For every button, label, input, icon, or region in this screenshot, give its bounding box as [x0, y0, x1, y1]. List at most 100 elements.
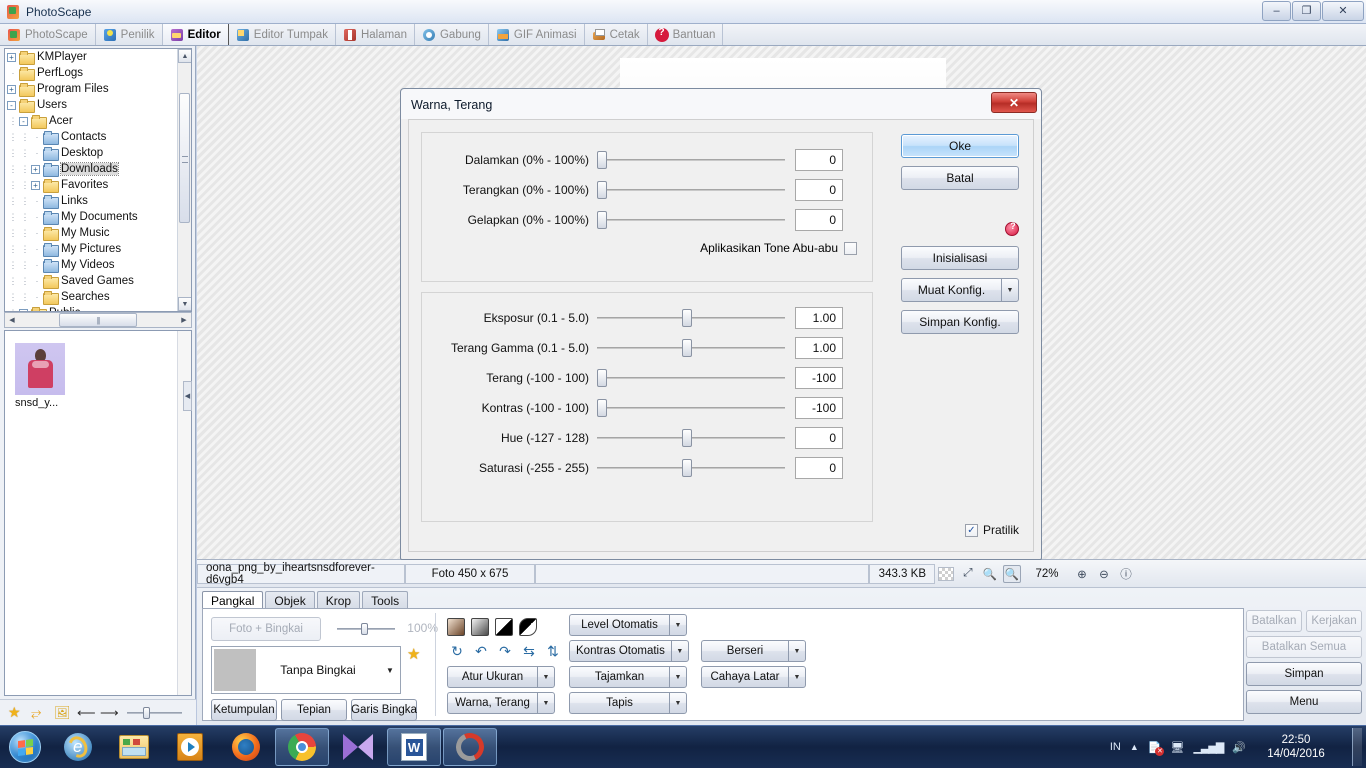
- grayscale-tone-row[interactable]: Aplikasikan Tone Abu-abu: [422, 241, 872, 255]
- info-icon[interactable]: ⓘ: [1117, 565, 1135, 583]
- clock[interactable]: 22:50 14/04/2016: [1255, 733, 1337, 761]
- show-desktop-button[interactable]: [1352, 728, 1362, 766]
- slider[interactable]: [597, 428, 785, 448]
- level-otomatis-split-button[interactable]: Level Otomatis ▼: [569, 614, 687, 636]
- tree-item-links[interactable]: ⋮ ⋮ · Links: [5, 193, 177, 209]
- signal-icon[interactable]: ▁▃▅▇: [1193, 741, 1224, 754]
- dialog-close-button[interactable]: ✕: [991, 92, 1037, 113]
- slider-value-input[interactable]: 0: [795, 179, 843, 201]
- scrollbar-thumb[interactable]: [179, 93, 190, 223]
- chevron-down-icon[interactable]: ▼: [788, 666, 806, 688]
- slider[interactable]: [597, 180, 785, 200]
- slider-knob[interactable]: [597, 399, 607, 417]
- preview-checkbox-row[interactable]: ✓ Pratilik: [964, 523, 1019, 537]
- opacity-slider[interactable]: [337, 622, 395, 636]
- invert-swatch[interactable]: [519, 618, 537, 636]
- thumbnail-pane[interactable]: snsd_y... ◀: [4, 330, 192, 696]
- tree-item-perflogs[interactable]: · PerfLogs: [5, 65, 177, 81]
- tapis-split-button[interactable]: Tapis ▼: [569, 692, 687, 714]
- chevron-down-icon[interactable]: ▼: [669, 692, 687, 714]
- star-icon[interactable]: ★: [8, 705, 24, 720]
- flip-vertical-icon[interactable]: ⇅: [543, 642, 563, 660]
- redo-icon[interactable]: ↷: [495, 642, 515, 660]
- tree-item-my-music[interactable]: ⋮ ⋮ · My Music: [5, 225, 177, 241]
- chevron-down-icon[interactable]: ▼: [788, 640, 806, 662]
- thumbnail-item[interactable]: snsd_y...: [15, 343, 65, 409]
- ketumpulan-button[interactable]: Ketumpulan: [211, 699, 277, 721]
- media-player-icon[interactable]: [163, 728, 217, 766]
- tab-editor[interactable]: Editor: [162, 24, 229, 45]
- cahaya-latar-button[interactable]: Cahaya Latar: [701, 666, 788, 688]
- ok-button[interactable]: Oke: [901, 134, 1019, 158]
- tajamkan-split-button[interactable]: Tajamkan ▼: [569, 666, 687, 688]
- kontras-otomatis-button[interactable]: Kontras Otomatis: [569, 640, 671, 662]
- tab-editor-tumpak[interactable]: Editor Tumpak: [229, 24, 336, 45]
- show-hidden-icon[interactable]: ▲: [1130, 742, 1139, 752]
- zoom-actual-icon[interactable]: 🔍: [1003, 564, 1021, 583]
- chevron-down-icon[interactable]: ▼: [380, 666, 400, 675]
- action-center-icon[interactable]: 📄 ✕: [1148, 741, 1165, 756]
- berseri-split-button[interactable]: Berseri ▼: [701, 640, 806, 662]
- menu-button[interactable]: Menu: [1246, 690, 1362, 714]
- slideshow-icon[interactable]: 🖼: [54, 705, 71, 720]
- scroll-up-icon[interactable]: ▲: [178, 49, 191, 63]
- tree-item-kmplayer[interactable]: + KMPlayer: [5, 49, 177, 65]
- slider-knob[interactable]: [597, 369, 607, 387]
- tree-item-contacts[interactable]: ⋮ ⋮ · Contacts: [5, 129, 177, 145]
- firefox-icon[interactable]: [219, 728, 273, 766]
- tree-item-my-documents[interactable]: ⋮ ⋮ · My Documents: [5, 209, 177, 225]
- rotate-icon[interactable]: ↻: [447, 642, 467, 660]
- chevron-down-icon[interactable]: ▼: [669, 666, 687, 688]
- cancel-button[interactable]: Batal: [901, 166, 1019, 190]
- tab-photoscape[interactable]: PhotoScape: [0, 24, 96, 45]
- atur-ukuran-button[interactable]: Atur Ukuran: [447, 666, 537, 688]
- tree-item-acer[interactable]: ⋮ - Acer: [5, 113, 177, 129]
- load-config-split-button[interactable]: Muat Konfig. ▼: [901, 278, 1019, 302]
- zoom-fit-icon[interactable]: 🔍: [981, 565, 999, 583]
- tree-item-desktop[interactable]: ⋮ ⋮ · Desktop: [5, 145, 177, 161]
- slider-knob[interactable]: [682, 339, 692, 357]
- level-otomatis-button[interactable]: Level Otomatis: [569, 614, 669, 636]
- atur-ukuran-split-button[interactable]: Atur Ukuran ▼: [447, 666, 555, 688]
- tree-item-my-videos[interactable]: ⋮ ⋮ · My Videos: [5, 257, 177, 273]
- slider-value-input[interactable]: 0: [795, 209, 843, 231]
- tree-horizontal-scrollbar[interactable]: ◀ ||| ▶: [4, 312, 192, 328]
- grayscale-tone-checkbox[interactable]: [844, 241, 857, 255]
- zoom-in-icon[interactable]: ⊕: [1073, 565, 1091, 583]
- fit-icon[interactable]: ⤢: [959, 565, 977, 583]
- tree-expander[interactable]: -: [7, 100, 16, 110]
- berseri-button[interactable]: Berseri: [701, 640, 788, 662]
- grayscale-swatch[interactable]: [471, 618, 489, 636]
- slider-value-input[interactable]: -100: [795, 397, 843, 419]
- tab-gabung[interactable]: Gabung: [415, 24, 489, 45]
- scrollbar-thumb[interactable]: |||: [59, 313, 137, 327]
- flip-horizontal-icon[interactable]: ⇆: [519, 642, 539, 660]
- tree-item-favorites[interactable]: ⋮ ⋮ + Favorites: [5, 177, 177, 193]
- tree-item-users[interactable]: - Users: [5, 97, 177, 113]
- slider-knob[interactable]: [682, 309, 692, 327]
- frame-selector[interactable]: Tanpa Bingkai ▼: [211, 646, 401, 694]
- slider-knob[interactable]: [682, 429, 692, 447]
- chevron-down-icon[interactable]: ▼: [537, 692, 555, 714]
- scroll-down-icon[interactable]: ▼: [178, 297, 191, 311]
- warna-terang-button[interactable]: Warna, Terang: [447, 692, 537, 714]
- movie-maker-icon[interactable]: [331, 728, 385, 766]
- slider[interactable]: [597, 308, 785, 328]
- tree-item-my-pictures[interactable]: ⋮ ⋮ · My Pictures: [5, 241, 177, 257]
- tapis-button[interactable]: Tapis: [569, 692, 669, 714]
- tab-cetak[interactable]: Cetak: [585, 24, 648, 45]
- save-button[interactable]: Simpan: [1246, 662, 1362, 686]
- undo-all-button[interactable]: Batalkan Semua: [1246, 636, 1362, 658]
- tajamkan-button[interactable]: Tajamkan: [569, 666, 669, 688]
- redo-button[interactable]: Kerjakan: [1306, 610, 1362, 632]
- scroll-right-icon[interactable]: ▶: [177, 313, 191, 327]
- slider-value-input[interactable]: 1.00: [795, 337, 843, 359]
- tree-vertical-scrollbar[interactable]: ▲ ▼: [177, 49, 191, 311]
- warna-terang-split-button[interactable]: Warna, Terang ▼: [447, 692, 555, 714]
- load-config-button[interactable]: Muat Konfig.: [901, 278, 1001, 302]
- slider[interactable]: [597, 210, 785, 230]
- scroll-left-icon[interactable]: ◀: [5, 313, 19, 327]
- tab-bantuan[interactable]: Bantuan: [648, 24, 724, 45]
- sepia-swatch[interactable]: [447, 618, 465, 636]
- tree-item-downloads[interactable]: ⋮ ⋮ + Downloads: [5, 161, 177, 177]
